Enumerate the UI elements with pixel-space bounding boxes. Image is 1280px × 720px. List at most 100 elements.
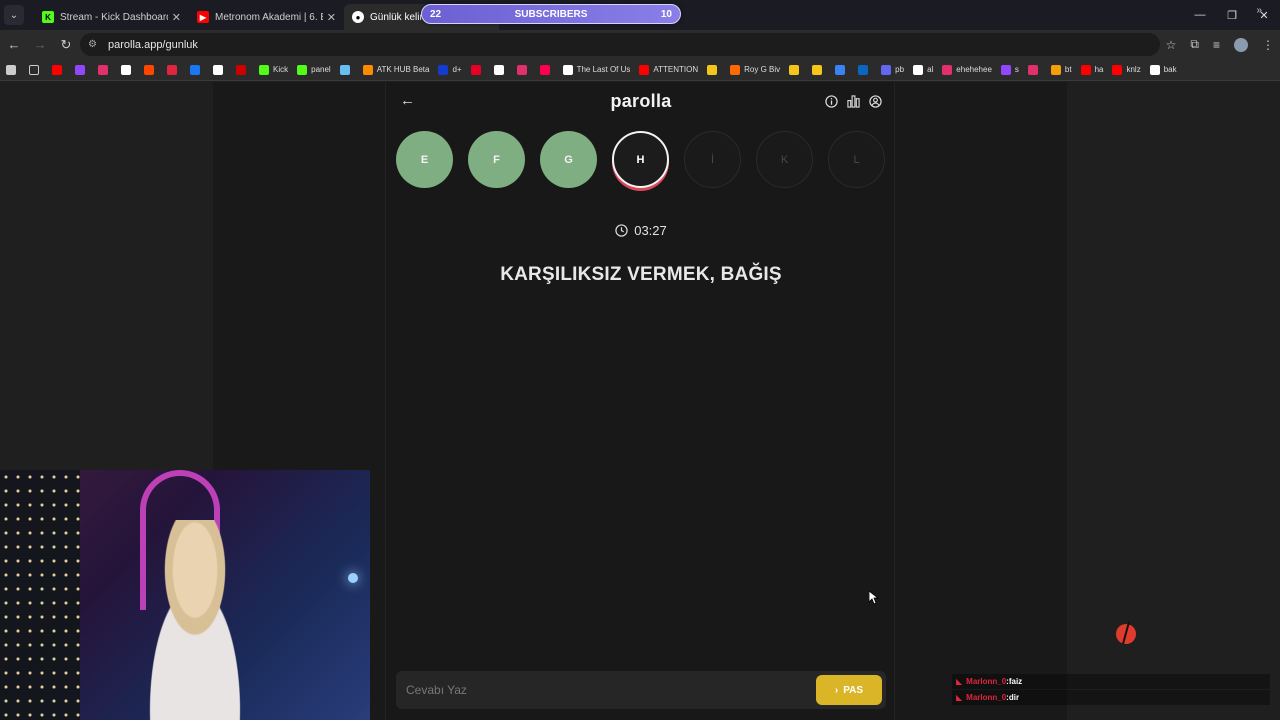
bookmark-favicon-icon [297, 64, 308, 75]
chevron-right-icon: › [834, 684, 839, 696]
bookmark-favicon-icon [339, 64, 350, 75]
bookmark-item[interactable] [167, 64, 181, 75]
kick-icon: K [42, 11, 54, 23]
bookmark-favicon-icon [167, 64, 177, 75]
menu-icon[interactable]: ⋮ [1262, 38, 1274, 52]
bookmark-item[interactable]: bak [1149, 64, 1177, 75]
pass-button[interactable]: › PAS [816, 675, 882, 705]
bookmark-favicon-icon [539, 64, 550, 75]
bookmark-item[interactable]: bt [1050, 64, 1072, 75]
bookmark-item[interactable] [190, 64, 204, 75]
bookmark-item[interactable]: knlz [1112, 64, 1141, 75]
chat-text: faiz [1008, 677, 1023, 686]
stats-icon[interactable] [846, 94, 860, 108]
bookmark-item[interactable] [707, 64, 721, 75]
bookmark-item[interactable] [789, 64, 803, 75]
bookmark-favicon-icon [121, 64, 131, 75]
bookmark-favicon-icon [213, 64, 223, 75]
bookmark-item[interactable] [121, 64, 135, 75]
bookmark-item[interactable]: d+ [438, 64, 462, 75]
letter-done: F [468, 131, 525, 188]
url-field[interactable]: ⚙ parolla.app/gunluk [80, 33, 1160, 56]
bookmark-item[interactable] [1027, 64, 1042, 75]
timer: 03:27 [386, 223, 896, 238]
pass-button-label: PAS [843, 684, 864, 696]
app-header: ← parolla [386, 82, 896, 120]
bookmark-item[interactable]: ehehehee [942, 64, 992, 75]
bookmark-label: knlz [1126, 65, 1141, 74]
bookmark-favicon-icon [730, 64, 741, 75]
bookmark-item[interactable]: s [1000, 64, 1019, 75]
bookmark-item[interactable] [516, 64, 531, 75]
bookmark-item[interactable]: The Last Of Us [562, 64, 630, 75]
bookmarks-overflow-icon[interactable]: » [1256, 5, 1262, 16]
tab-kick-dashboard[interactable]: K Stream - Kick Dashboard ✕ [34, 4, 189, 30]
tab-title: Stream - Kick Dashboard [60, 11, 168, 23]
bookmark-item[interactable]: Kick [259, 64, 289, 75]
bookmark-item[interactable]: al [913, 64, 933, 75]
bookmark-favicon-icon [516, 64, 527, 75]
site-info-icon[interactable]: ⚙ [88, 39, 100, 51]
bookmark-item[interactable] [75, 64, 89, 75]
bookmark-favicon-icon [1000, 64, 1011, 75]
bookmark-item[interactable] [539, 64, 554, 75]
bookmark-item[interactable] [52, 64, 66, 75]
bookmark-label: bak [1163, 65, 1177, 74]
extensions-icon[interactable]: ⧉ [1190, 37, 1199, 52]
bookmark-favicon-icon [144, 64, 154, 75]
bookmark-item[interactable]: ha [1080, 64, 1104, 75]
bookmark-item[interactable] [858, 64, 872, 75]
close-tab-icon[interactable]: ✕ [327, 11, 336, 24]
restore-icon[interactable]: ❐ [1216, 0, 1248, 30]
right-background [1067, 82, 1280, 720]
window-controls: — ❐ ✕ [1184, 0, 1280, 30]
bookmark-favicon-icon [362, 64, 373, 75]
youtube-icon: ▶ [197, 11, 209, 23]
info-icon[interactable] [824, 94, 838, 108]
bookmark-item[interactable]: panel [297, 64, 331, 75]
reload-icon[interactable]: ↻ [54, 33, 78, 57]
bookmark-item[interactable] [470, 64, 485, 75]
bookmark-apps-icon[interactable] [6, 64, 20, 75]
answer-input[interactable] [396, 671, 816, 709]
profile-avatar[interactable] [1234, 37, 1248, 52]
bookmark-item[interactable] [812, 64, 826, 75]
streamer-figure [125, 520, 265, 720]
close-window-icon[interactable]: ✕ [1248, 0, 1280, 30]
chat-message: ◣ Marlonn_0 : faiz [952, 674, 1270, 689]
bookmark-item[interactable] [236, 64, 250, 75]
close-tab-icon[interactable]: ✕ [172, 11, 181, 24]
letter-pending: İ [684, 131, 741, 188]
subscribers-label: SUBSCRIBERS [514, 8, 588, 20]
letter-done: E [396, 131, 453, 188]
tab-metronom[interactable]: ▶ Metronom Akademi | 6. Bölüm ✕ [189, 4, 344, 30]
tab-search-icon[interactable]: ⌄ [4, 5, 24, 25]
bookmark-favicon-icon [493, 64, 504, 75]
profile-icon[interactable] [868, 94, 882, 108]
bookmark-item[interactable] [835, 64, 849, 75]
header-actions [824, 94, 882, 108]
bookmark-favicon-icon [1027, 64, 1038, 75]
bookmark-star-icon[interactable]: ☆ [1166, 38, 1177, 52]
back-icon[interactable]: ← [2, 33, 26, 57]
bookmark-item[interactable] [493, 64, 508, 75]
bookmark-item[interactable]: pb [881, 64, 904, 75]
minimize-icon[interactable]: — [1184, 0, 1216, 30]
bookmark-item[interactable] [144, 64, 158, 75]
bookmark-item[interactable]: ATTENTION [639, 64, 698, 75]
brand-title: parolla [610, 91, 672, 111]
clock-icon [615, 224, 628, 237]
bookmark-favicon-icon [1112, 64, 1123, 75]
bookmark-item[interactable] [339, 64, 354, 75]
bookmark-grid-icon[interactable] [29, 64, 43, 75]
bookmark-item[interactable] [213, 64, 227, 75]
media-icon[interactable]: ≡ [1213, 38, 1220, 52]
bookmark-label: Kick [273, 65, 289, 74]
bookmark-label: ha [1094, 65, 1104, 74]
bookmark-item[interactable]: Roy G Biv [730, 64, 780, 75]
forward-icon[interactable]: → [28, 33, 52, 57]
bookmark-item[interactable]: ATK HUB Beta [362, 64, 429, 75]
bookmark-item[interactable] [98, 64, 112, 75]
parolla-app: ← parolla EFGHİKL 03:27 KARŞILIKSIZ VERM… [385, 82, 895, 720]
bookmark-favicon-icon [98, 64, 108, 75]
